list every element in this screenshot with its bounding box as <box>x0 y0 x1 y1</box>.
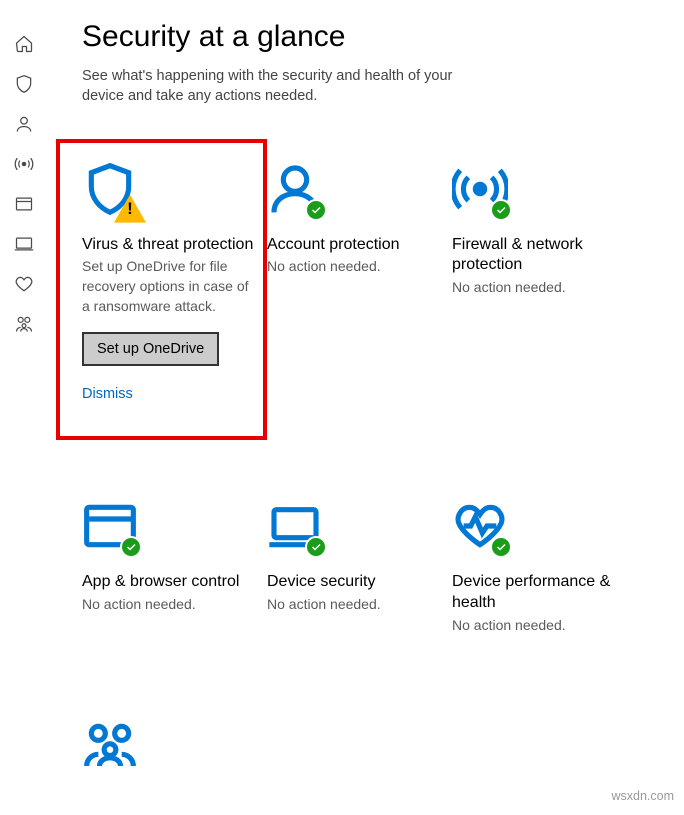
tile-title: Device performance & health <box>452 572 627 614</box>
page-title: Security at a glance <box>82 20 664 54</box>
heart-big-wrap <box>452 498 508 554</box>
family-icon <box>14 314 34 334</box>
nav-virus[interactable] <box>0 64 48 104</box>
nav-app-browser[interactable] <box>0 184 48 224</box>
family-big-icon <box>82 717 138 773</box>
nav-device-security[interactable] <box>0 224 48 264</box>
watermark: wsxdn.com <box>611 789 674 803</box>
browser-icon <box>14 194 34 214</box>
broadcast-big-wrap <box>452 161 508 217</box>
tile-account-protection[interactable]: Account protection No action needed. <box>267 143 452 441</box>
broadcast-icon <box>14 154 34 174</box>
tile-title: Account protection <box>267 235 400 256</box>
family-big-wrap <box>82 717 138 773</box>
nav-family[interactable] <box>0 304 48 344</box>
person-big-wrap <box>267 161 323 217</box>
tile-family-options[interactable] <box>82 699 267 815</box>
ok-badge-icon <box>305 199 327 221</box>
nav-home[interactable] <box>0 24 48 64</box>
tile-desc: No action needed. <box>267 595 381 615</box>
nav-performance[interactable] <box>0 264 48 304</box>
tile-device-performance[interactable]: Device performance & health No action ne… <box>452 480 637 659</box>
tile-title: Virus & threat protection <box>82 235 253 256</box>
tile-desc: No action needed. <box>267 257 381 277</box>
home-icon <box>14 34 34 54</box>
nav-firewall[interactable] <box>0 144 48 184</box>
tile-firewall[interactable]: Firewall & network protection No action … <box>452 143 637 441</box>
tile-virus-threat[interactable]: ! Virus & threat protection Set up OneDr… <box>56 139 267 441</box>
ok-badge-icon <box>305 536 327 558</box>
nav-account[interactable] <box>0 104 48 144</box>
sidebar <box>0 0 48 809</box>
browser-big-wrap <box>82 498 138 554</box>
dismiss-link[interactable]: Dismiss <box>82 386 133 402</box>
tile-title: Device security <box>267 572 375 593</box>
setup-onedrive-button[interactable]: Set up OneDrive <box>82 332 219 366</box>
tile-desc: No action needed. <box>82 595 196 615</box>
ok-badge-icon <box>490 199 512 221</box>
tile-desc: No action needed. <box>452 616 566 636</box>
ok-badge-icon <box>490 536 512 558</box>
ok-badge-icon <box>120 536 142 558</box>
shield-icon <box>14 74 34 94</box>
tile-device-security[interactable]: Device security No action needed. <box>267 480 452 659</box>
page-subtitle: See what's happening with the security a… <box>82 66 482 107</box>
shield-big-wrap: ! <box>82 161 138 217</box>
tile-title: App & browser control <box>82 572 239 593</box>
tile-desc: Set up OneDrive for file recovery option… <box>82 257 259 316</box>
person-icon <box>14 114 34 134</box>
tiles-grid: ! Virus & threat protection Set up OneDr… <box>82 143 664 815</box>
device-icon <box>14 234 34 254</box>
device-big-wrap <box>267 498 323 554</box>
tile-title: Firewall & network protection <box>452 235 627 277</box>
tile-desc: No action needed. <box>452 278 566 298</box>
heart-icon <box>14 274 34 294</box>
main: Security at a glance See what's happenin… <box>48 0 684 809</box>
tile-app-browser[interactable]: App & browser control No action needed. <box>82 480 267 659</box>
